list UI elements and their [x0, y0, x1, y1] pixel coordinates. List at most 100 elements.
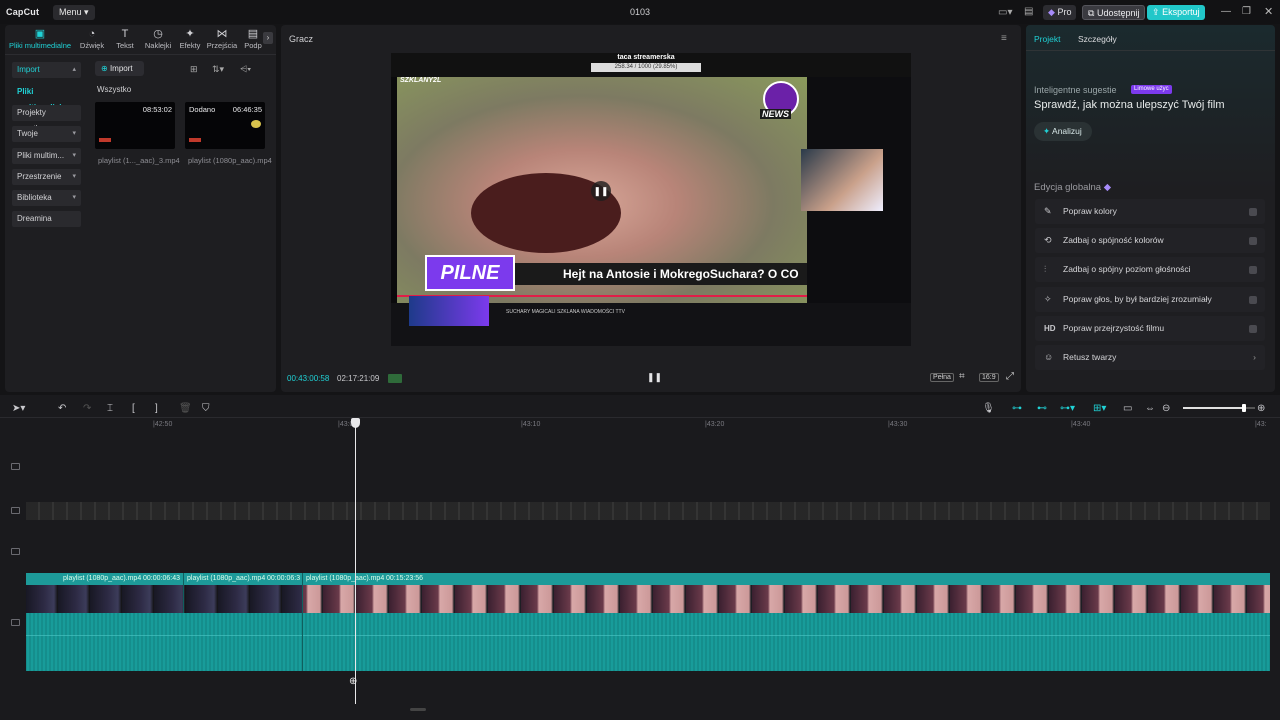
tab-project[interactable]: Projekt	[1034, 34, 1060, 44]
sidebar-item[interactable]: Import ▴	[12, 62, 81, 78]
split-icon[interactable]: ⌶	[107, 403, 113, 414]
audio-waveform[interactable]	[26, 613, 1270, 671]
import-button[interactable]: ⊕ Import	[95, 61, 144, 76]
track-icon[interactable]	[11, 548, 20, 555]
preview-axis-icon[interactable]: ⊞▾	[1093, 403, 1106, 414]
tab-media[interactable]: ▣ Pliki multimedialne	[6, 28, 74, 50]
tab-label: Efekty	[179, 41, 201, 50]
shortcuts-icon[interactable]: ▤	[1024, 6, 1033, 17]
clip-duration: 00:15:23:56	[386, 575, 423, 582]
pro-button[interactable]: ◆ Pro	[1043, 5, 1077, 20]
sidebar-item[interactable]: Pliki multim... ▾	[12, 148, 81, 164]
duration-label: 06:46:35	[232, 105, 262, 114]
zoom-out-icon[interactable]: ⊖	[1162, 403, 1170, 414]
grid-view-icon[interactable]: ⊞	[190, 64, 198, 75]
select-tool-icon[interactable]: ➤▾	[12, 403, 25, 414]
tab-transitions[interactable]: ⋈ Przejścia	[205, 28, 239, 50]
zoom-slider-handle[interactable]	[1242, 404, 1247, 412]
urgent-banner: PILNE	[425, 255, 515, 291]
global-edit-item[interactable]: HD Popraw przejrzystość filmu	[1035, 316, 1265, 341]
redo-icon[interactable]: ↷	[83, 403, 91, 414]
tab-sticker[interactable]: ◷ Naklejki	[141, 28, 175, 50]
quality-button[interactable]: Pełna	[930, 373, 954, 382]
sidebar-item[interactable]: Projekty cząstko...	[12, 105, 81, 133]
toggle[interactable]	[1249, 208, 1257, 216]
video-filmstrip-segment[interactable]	[26, 585, 302, 613]
track-icon[interactable]	[11, 619, 20, 626]
sidebar-item[interactable]: Biblioteka ▾	[12, 190, 81, 206]
fullscreen-icon[interactable]: ⤢	[1006, 371, 1014, 382]
global-edit-item[interactable]: ☺ Retusz twarzy ›	[1035, 345, 1265, 370]
sidebar-item[interactable]: Twoje ▾	[12, 126, 81, 142]
layout-icon[interactable]: ▭▾	[998, 7, 1012, 18]
snap-icon[interactable]: ⊷	[1037, 403, 1047, 414]
media-thumbnail[interactable]: Dodano 06:46:35	[185, 102, 265, 149]
global-edit-item[interactable]: ⫶ Zadbaj o spójny poziom głośności	[1035, 257, 1265, 282]
undo-icon[interactable]: ↶	[58, 403, 66, 414]
tab-effects[interactable]: ✦ Efekty	[173, 28, 207, 50]
toggle[interactable]	[1249, 266, 1257, 274]
ratio-button[interactable]: 16:9	[979, 373, 999, 382]
linkage-icon[interactable]: ⊶▾	[1060, 403, 1075, 414]
current-time: 00:43:00:58	[287, 374, 330, 383]
media-filename: playlist (1..._aac)_3.mp4	[98, 156, 180, 165]
import-label: Import	[109, 64, 133, 73]
playhead-handle[interactable]	[351, 418, 360, 428]
sidebar-item-label: Pliki multim...	[17, 151, 65, 160]
toggle[interactable]	[1249, 237, 1257, 245]
diamond-icon: ◆	[1048, 7, 1055, 17]
export-label: Eksportuj	[1162, 7, 1200, 17]
tab-label: Dźwięk	[79, 41, 105, 50]
sidebar-item[interactable]: Dreamina	[12, 211, 81, 227]
ruler-label: |43:30	[888, 421, 908, 428]
horizontal-scrollbar[interactable]	[410, 708, 426, 711]
global-edit-item[interactable]: ✎ Popraw kolory	[1035, 199, 1265, 224]
fit-icon[interactable]: ⇔	[1145, 403, 1155, 414]
zoom-in-icon[interactable]: ⊕	[1257, 403, 1265, 414]
sidebar-item[interactable]: Przestrzenie ▾	[12, 169, 81, 185]
tab-details[interactable]: Szczegóły	[1078, 34, 1117, 44]
shield-icon[interactable]: ⛉	[202, 403, 210, 414]
link-clips-icon[interactable]: ⊶	[1012, 403, 1022, 414]
pause-icon[interactable]: ❚❚	[647, 372, 662, 383]
tab-audio[interactable]: ◔ Dźwięk	[75, 28, 109, 50]
sort-icon[interactable]: ⇅▾	[212, 64, 224, 75]
delete-icon[interactable]: 🗑	[179, 403, 192, 414]
toggle[interactable]	[1249, 325, 1257, 333]
color-match-icon: ⟲	[1044, 235, 1052, 245]
filter-icon[interactable]: ⩤▾	[240, 64, 251, 75]
export-button[interactable]: ⇪ Eksportuj	[1147, 5, 1205, 20]
minimize-icon[interactable]: —	[1221, 6, 1231, 17]
chevron-right-icon[interactable]: ›	[263, 32, 273, 44]
add-marker-icon[interactable]: ⊕	[349, 676, 357, 687]
analyze-button[interactable]: ✦ Analizuj	[1034, 122, 1092, 141]
text-icon: T	[121, 28, 129, 40]
trim-right-icon[interactable]: ]	[155, 403, 158, 414]
track-icon[interactable]	[11, 463, 20, 470]
share-button[interactable]: ⧉ Udostępnij	[1082, 5, 1146, 20]
tab-label: Tekst	[116, 41, 134, 50]
global-edit-item[interactable]: ✧ Popraw głos, by był bardziej zrozumiały	[1035, 287, 1265, 312]
video-preview[interactable]: taca streamerska 258.34 / 1000 (29.85%) …	[391, 53, 911, 346]
track-icon[interactable]	[11, 507, 20, 514]
toggle[interactable]	[1249, 296, 1257, 304]
caption-icon[interactable]: ▭	[1123, 403, 1132, 414]
global-edit-item[interactable]: ⟲ Zadbaj o spójność kolorów	[1035, 228, 1265, 253]
thumb-detail	[251, 120, 261, 128]
tab-text[interactable]: T Tekst	[108, 28, 142, 50]
overlay-top-sub: 258.34 / 1000 (29.85%)	[591, 63, 701, 72]
zoom-slider-fill	[1183, 407, 1245, 409]
trim-left-icon[interactable]: [	[132, 403, 135, 414]
suggestions-badge: Limowe użyc	[1131, 85, 1172, 94]
overlay-track[interactable]	[26, 502, 1270, 520]
pause-overlay-icon[interactable]: ❚❚	[591, 181, 611, 201]
close-icon[interactable]: ✕	[1264, 5, 1273, 18]
sidebar-item[interactable]: Pliki multimedial...	[12, 84, 81, 112]
player-title: Gracz	[289, 34, 314, 44]
hamburger-icon[interactable]: ≡	[1001, 33, 1007, 44]
crop-icon[interactable]: ⌗	[959, 371, 965, 382]
maximize-icon[interactable]: ❐	[1242, 6, 1251, 17]
media-thumbnail[interactable]: 08:53:02	[95, 102, 175, 149]
microphone-icon[interactable]: 🎙	[982, 403, 995, 414]
tab-label: Pliki multimedialne	[8, 41, 72, 50]
